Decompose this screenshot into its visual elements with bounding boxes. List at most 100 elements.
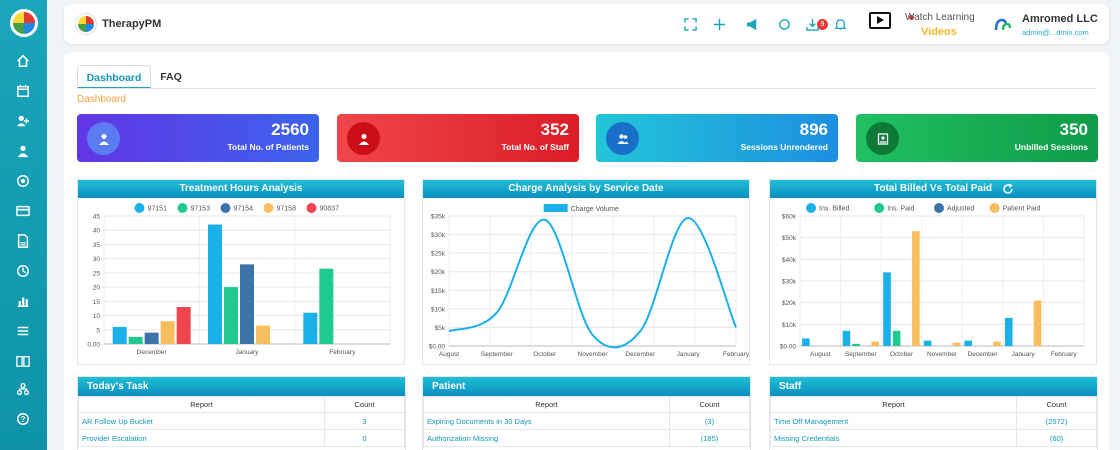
billed-vs-paid-panel: Total Billed Vs Total Paid Ins. Billed In…	[769, 179, 1097, 365]
count-link[interactable]: (3)	[669, 412, 750, 430]
y-tick-label: $5k	[435, 325, 446, 332]
watch-learning-label[interactable]: Watch Learning	[905, 12, 975, 23]
bar-ins-paid	[892, 330, 901, 346]
y-tick-label: $10k	[431, 306, 446, 313]
report-link[interactable]: Provider Escalation	[78, 429, 325, 447]
card-sessions-unrendered[interactable]: 896 Sessions Unrendered	[596, 114, 838, 162]
bell-icon[interactable]	[832, 16, 848, 32]
patient-table: Report Count Expiring Documents in 30 Da…	[423, 396, 750, 447]
table-row[interactable]: Missing Credentials (60)	[770, 429, 1097, 447]
bar-97158	[160, 321, 175, 344]
sidebar: ?	[0, 0, 47, 450]
y-tick-label: $15k	[431, 288, 446, 295]
staff-icon[interactable]	[14, 142, 32, 160]
bar-ins-billed	[842, 330, 851, 346]
videos-link[interactable]: Videos	[921, 26, 957, 38]
credit-card-icon[interactable]	[14, 202, 32, 220]
fullscreen-icon[interactable]	[682, 16, 698, 32]
x-tick-label: November	[927, 351, 958, 358]
top-header: TherapyPM 9 Watch Learning Videos Amrome…	[64, 4, 1109, 44]
chat-icon[interactable]	[776, 16, 792, 32]
org-name[interactable]: Amromed LLC	[1022, 13, 1098, 25]
sitemap-icon[interactable]	[14, 380, 32, 398]
count-link[interactable]: (2572)	[1016, 412, 1097, 430]
panel-title: Patient	[423, 377, 750, 396]
bar-97153	[128, 336, 143, 344]
bar-97153	[224, 287, 238, 344]
document-icon[interactable]	[14, 232, 32, 250]
card-unbilled-sessions[interactable]: 350 Unbilled Sessions	[856, 114, 1098, 162]
bar-97151	[112, 326, 127, 344]
report-link[interactable]: Missing Credentials	[770, 429, 1017, 447]
card-value: 2560	[271, 120, 309, 139]
treatment-hours-chart: 97151 97153 97154 97158 90837 0.00 5 10 15 20 25 30…	[87, 203, 391, 356]
plus-icon[interactable]	[711, 16, 727, 32]
legend-label: 97153	[191, 206, 211, 213]
card-value: 896	[799, 120, 828, 139]
video-play-icon[interactable]	[869, 12, 891, 29]
card-total-staff[interactable]: 352 Total No. of Staff	[337, 114, 579, 162]
count-link[interactable]: 0	[324, 429, 405, 447]
x-tick-label: January	[235, 349, 259, 356]
table-row[interactable]: Provider Escalation 0	[78, 429, 405, 447]
tab-dashboard[interactable]: Dashboard	[77, 65, 151, 89]
legend-swatch	[989, 203, 1000, 213]
staff-table: Report Count Time Off Management (2572) …	[770, 396, 1097, 447]
app-logo[interactable]	[10, 9, 38, 37]
x-tick-label: August	[810, 351, 830, 358]
home-icon[interactable]	[14, 52, 32, 70]
panel-title: Total Billed Vs Total Paid	[770, 180, 1096, 198]
x-tick-label: October	[890, 351, 914, 358]
card-label: Total No. of Patients	[227, 142, 309, 152]
bar-ins-billed	[964, 340, 972, 346]
megaphone-icon[interactable]	[744, 16, 760, 32]
y-tick-label: 20	[93, 285, 101, 292]
billed-vs-paid-chart: Ins. Billed Ins. Paid Adjusted Patient Paid…	[780, 203, 1085, 358]
report-link[interactable]: Authorization Missing	[423, 429, 670, 447]
refresh-icon[interactable]	[1002, 183, 1014, 195]
table-row[interactable]: Time Off Management (2572)	[770, 412, 1097, 430]
book-icon[interactable]	[14, 352, 32, 370]
todays-task-table: Report Count AR Follow Up Bucket 3 Provi…	[78, 396, 405, 447]
column-header-report: Report	[423, 396, 670, 413]
staff-member-icon	[347, 122, 380, 155]
count-link[interactable]: 3	[324, 412, 405, 430]
y-tick-label: $10k	[782, 322, 797, 329]
count-link[interactable]: (185)	[669, 429, 750, 447]
legend-swatch	[177, 203, 188, 213]
column-header-count: Count	[1016, 396, 1097, 413]
report-link[interactable]: Time Off Management	[770, 412, 1017, 430]
count-link[interactable]: (60)	[1016, 429, 1097, 447]
target-icon[interactable]	[14, 172, 32, 190]
tab-faq[interactable]: FAQ	[157, 65, 185, 89]
legend-swatch	[874, 203, 885, 213]
help-icon[interactable]: ?	[14, 410, 32, 428]
card-total-patients[interactable]: 2560 Total No. of Patients	[77, 114, 319, 162]
y-tick-label: $50k	[782, 235, 797, 242]
table-row[interactable]: AR Follow Up Bucket 3	[78, 412, 405, 430]
y-tick-label: 5	[96, 327, 100, 334]
x-tick-label: November	[578, 351, 609, 358]
legend-label: Ins. Billed	[819, 206, 849, 213]
panel-title: Charge Analysis by Service Date	[423, 180, 749, 198]
table-row[interactable]: Expiring Documents in 30 Days (3)	[423, 412, 750, 430]
bar-chart-icon[interactable]	[14, 292, 32, 310]
column-header-count: Count	[669, 396, 750, 413]
bar-ins-billed	[883, 272, 891, 346]
report-link[interactable]: Expiring Documents in 30 Days	[423, 412, 670, 430]
y-tick-label: $20k	[431, 269, 446, 276]
report-link[interactable]: AR Follow Up Bucket	[78, 412, 325, 430]
patient-icon	[87, 122, 120, 155]
legend-label: 97151	[148, 206, 168, 213]
y-tick-label: 40	[93, 228, 101, 235]
card-label: Unbilled Sessions	[1014, 142, 1088, 152]
table-row[interactable]: Authorization Missing (185)	[423, 429, 750, 447]
calendar-icon[interactable]	[14, 82, 32, 100]
y-tick-label: $60k	[782, 214, 797, 221]
menu-icon[interactable]	[14, 322, 32, 340]
bar-ins-billed	[923, 340, 932, 346]
add-user-icon[interactable]	[14, 112, 32, 130]
bar-patient-paid	[952, 342, 961, 346]
clock-icon[interactable]	[14, 262, 32, 280]
download-icon[interactable]	[804, 16, 820, 32]
